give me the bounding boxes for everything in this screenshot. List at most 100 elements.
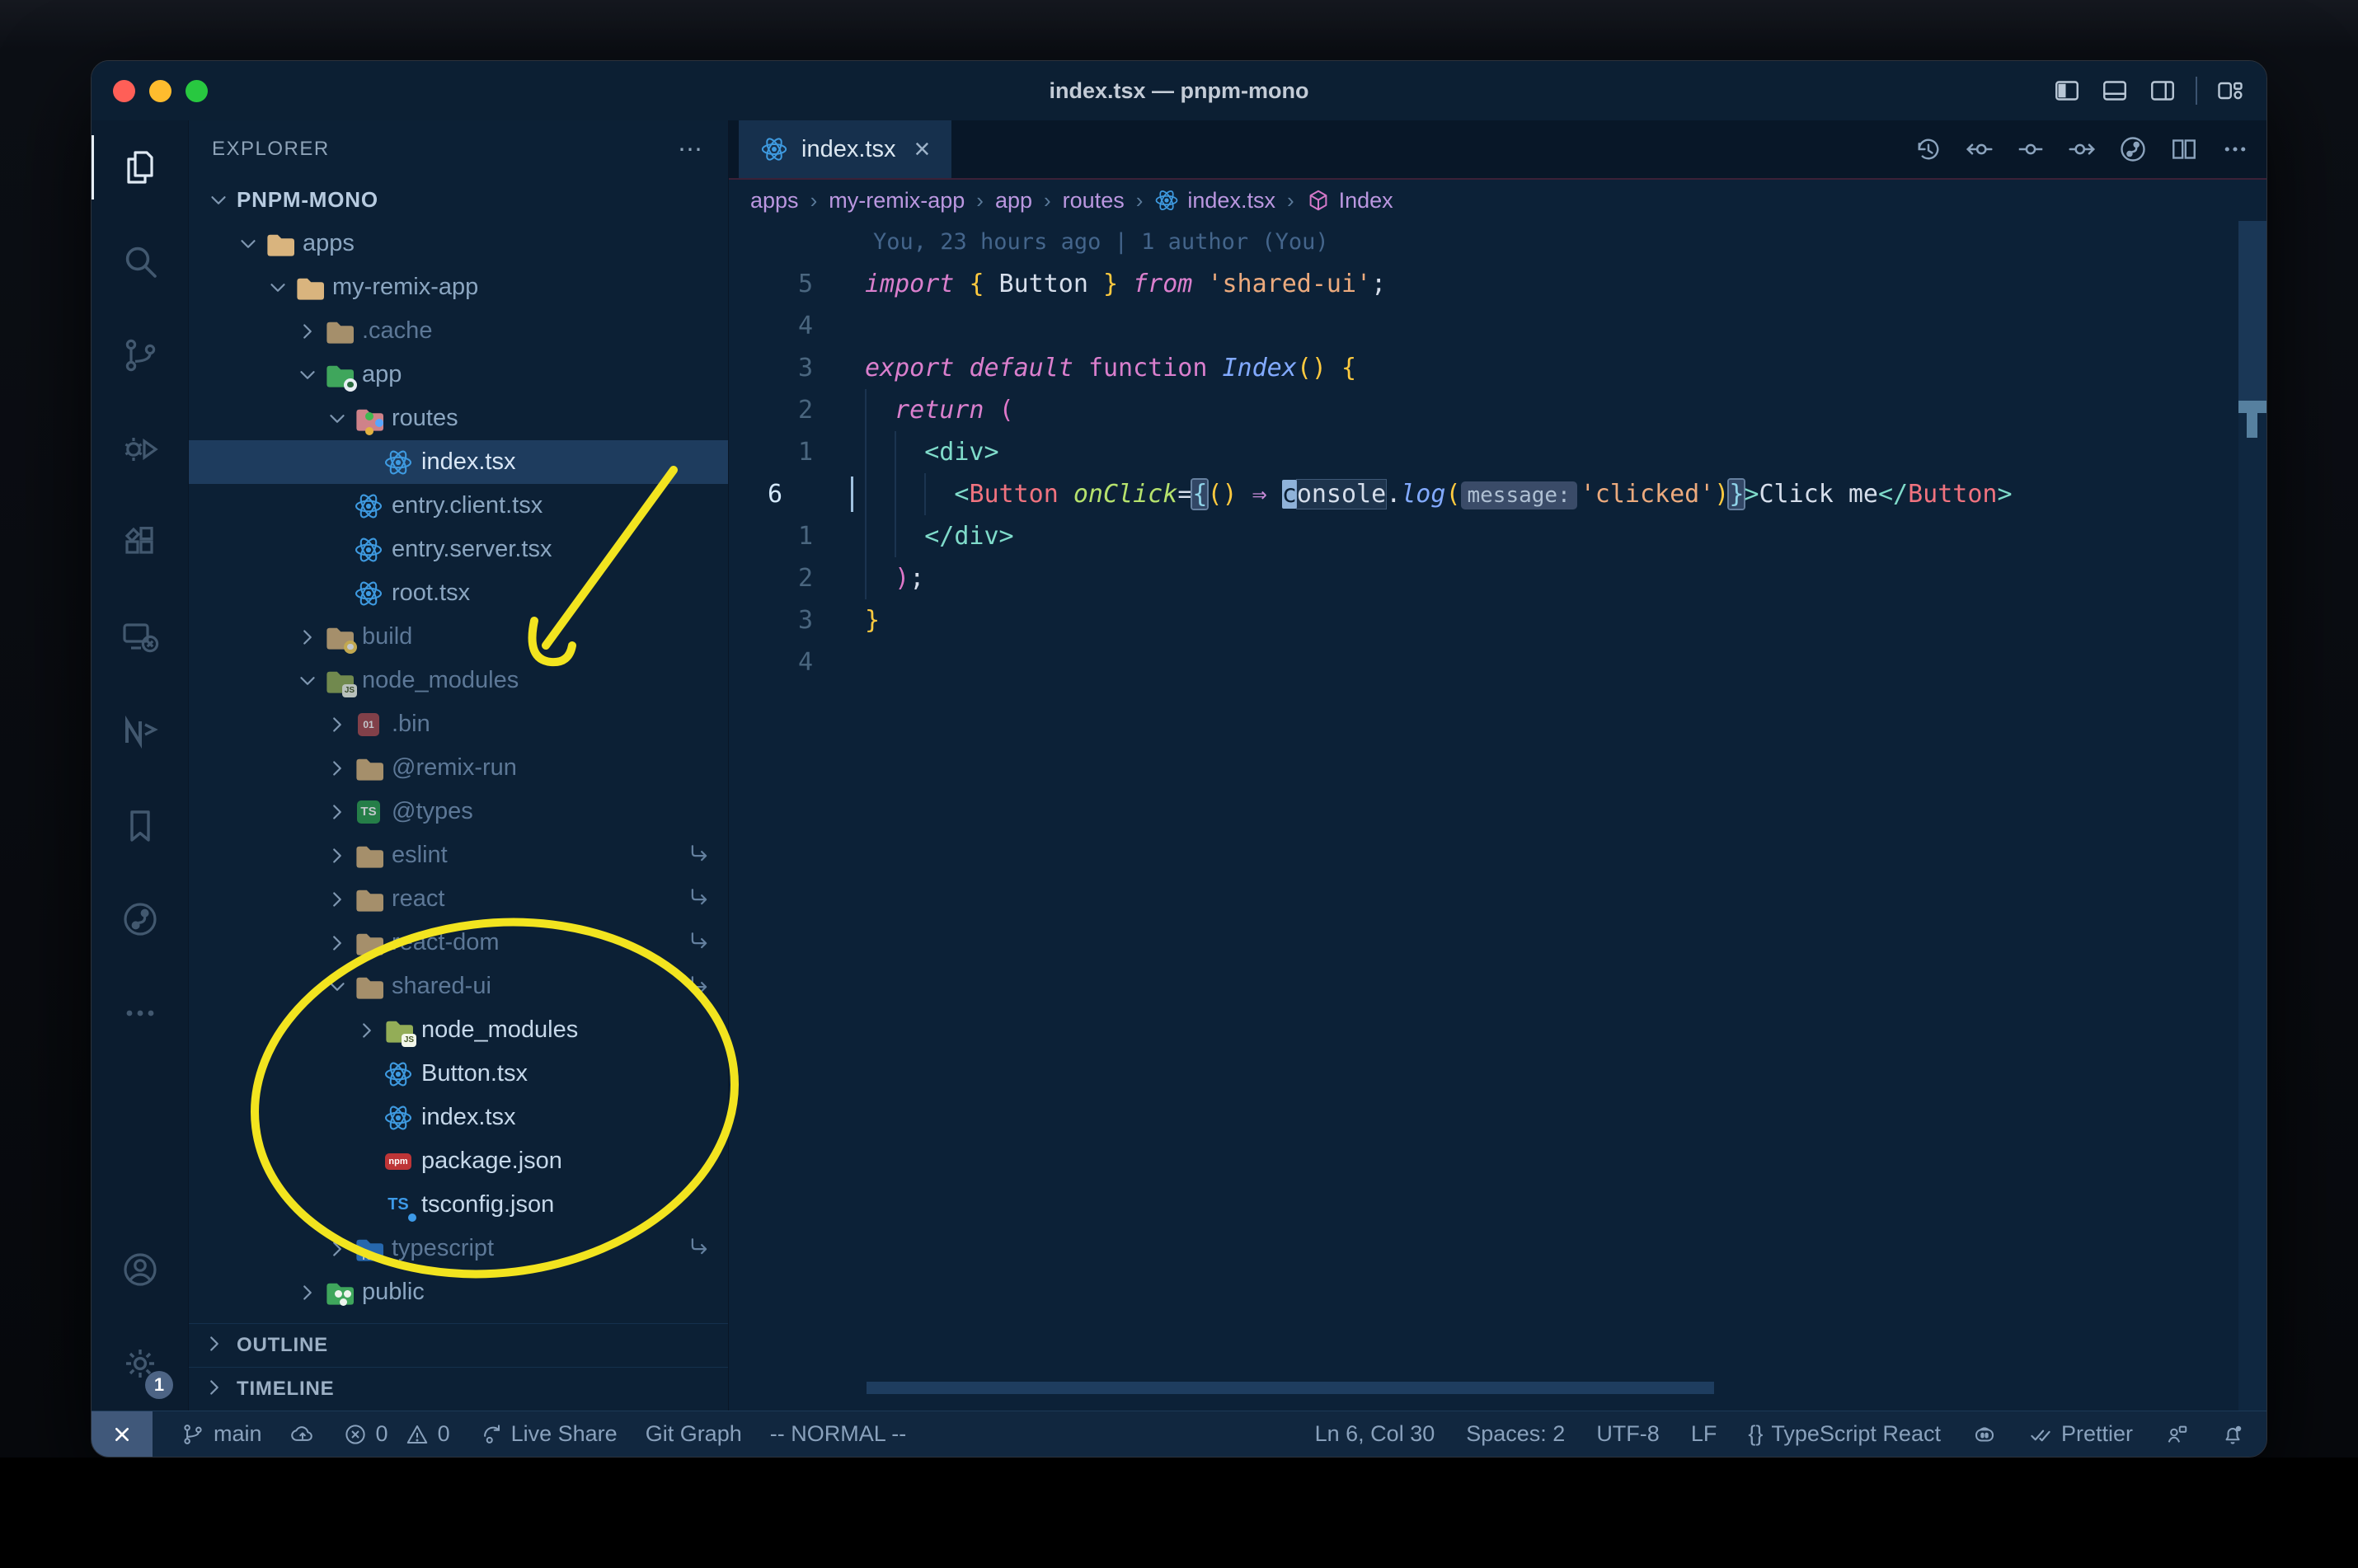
tree-item-typescript[interactable]: TS typescript [189,1227,728,1270]
tree-item-build[interactable]: build [189,615,728,659]
tree-item-entry-client-tsx[interactable]: entry.client.tsx [189,484,728,528]
code-line[interactable]: 2 ); [729,557,2266,599]
status-item-vim-mode[interactable]: -- NORMAL -- [770,1421,906,1447]
minimize-window-button[interactable] [149,79,171,102]
breadcrumb-item-apps[interactable]: apps [750,188,799,214]
tab-label: index.tsx [801,135,896,162]
tree-item-app[interactable]: app [189,353,728,397]
tree-item-my-remix-app[interactable]: my-remix-app [189,265,728,309]
explorer-actions-button[interactable]: ⋯ [678,135,705,164]
tree-item-apps[interactable]: apps [189,222,728,265]
tree-item-shared-ui[interactable]: shared-ui [189,965,728,1008]
breadcrumb-item-my-remix-app[interactable]: my-remix-app [829,188,965,214]
tree-item-root-tsx[interactable]: root.tsx [189,571,728,615]
close-window-button[interactable] [113,79,135,102]
activity-item-run-debug[interactable] [92,402,188,496]
tree-item-index-tsx[interactable]: index.tsx [189,440,728,484]
tree-item-package-json[interactable]: npm package.json [189,1139,728,1183]
status-item-language-mode[interactable]: {} TypeScript React [1748,1421,1941,1447]
status-item-prettier[interactable]: Prettier [2028,1421,2133,1447]
breadcrumb-item-index[interactable]: Index [1306,188,1393,214]
code-line[interactable]: 5 import { Button } from 'shared-ui'; [729,263,2266,305]
history-icon[interactable] [1914,134,1943,164]
commit-right-icon[interactable] [2067,134,2097,164]
sidebar-section-outline[interactable]: OUTLINE [189,1323,728,1367]
code-editor[interactable]: You, 23 hours ago | 1 author (You) 5 impor… [729,221,2266,1411]
tree-item--types[interactable]: TS @types [189,790,728,833]
vertical-scrollbar[interactable] [2238,221,2266,1411]
status-item-encoding[interactable]: UTF-8 [1596,1421,1660,1447]
activity-item-search[interactable] [92,214,188,308]
status-item-copilot[interactable] [1972,1422,1997,1447]
code-line[interactable]: 2 return ( [729,389,2266,431]
tree-item-entry-server-tsx[interactable]: entry.server.tsx [189,528,728,571]
layout-sidebar-right-icon[interactable] [2148,76,2177,106]
status-item-sync-changes[interactable] [290,1422,315,1447]
activity-item-settings[interactable]: 1 [92,1317,188,1411]
tree-item-routes[interactable]: routes [189,397,728,440]
code-line[interactable]: 3 export default function Index() { [729,347,2266,389]
ellipsis-icon[interactable] [2220,134,2250,164]
status-item-notifications[interactable] [2220,1422,2245,1447]
node-modules-folder-icon: JS [322,664,357,697]
status-item-git-branch[interactable]: main [181,1421,262,1447]
cloud-upload-icon [290,1422,315,1447]
status-item-indentation[interactable]: Spaces: 2 [1466,1421,1565,1447]
tree-item--bin[interactable]: 01 .bin [189,702,728,746]
layout-customize-icon[interactable] [2215,76,2245,106]
tree-item-public[interactable]: public [189,1270,728,1314]
code-line[interactable]: 4 [729,305,2266,347]
layout-panel-icon[interactable] [2100,76,2130,106]
tree-item-tsconfig-json[interactable]: TS tsconfig.json [189,1183,728,1227]
activity-item-bookmarks[interactable] [92,778,188,872]
code-line[interactable]: 6 <Button onClick={() ⇒ console.log(mess… [729,473,2266,515]
tree-item-eslint[interactable]: eslint [189,833,728,877]
tree-item--remix-run[interactable]: @remix-run [189,746,728,790]
title-bar[interactable]: index.tsx — pnpm-mono [92,61,2266,120]
status-item-feedback[interactable] [2164,1422,2189,1447]
tree-item-node-modules[interactable]: JS node_modules [189,1008,728,1052]
zoom-window-button[interactable] [186,79,208,102]
git-graph-icon[interactable] [2118,134,2148,164]
tree-item-button-tsx[interactable]: Button.tsx [189,1052,728,1096]
close-icon[interactable]: × [914,134,930,166]
code-line[interactable]: 1 <div> [729,431,2266,473]
code-line[interactable]: 4 [729,641,2266,683]
commit-left-icon[interactable] [1965,134,1994,164]
tree-item-index-tsx[interactable]: index.tsx [189,1096,728,1139]
activity-item-remote-explorer[interactable] [92,590,188,684]
vertical-scrollbar-slider[interactable] [2238,221,2266,412]
breadcrumb-item-index-tsx[interactable]: index.tsx [1154,188,1275,214]
status-item-problems[interactable]: 00 [343,1421,450,1447]
horizontal-scrollbar[interactable] [867,1382,1714,1394]
status-item-eol-sequence[interactable]: LF [1691,1421,1717,1447]
remote-indicator[interactable] [92,1411,153,1457]
activity-item-nx-console[interactable] [92,684,188,778]
tree-item-react-dom[interactable]: react-dom [189,921,728,965]
activity-item-source-control[interactable] [92,308,188,402]
tab-index-tsx[interactable]: index.tsx × [739,120,952,178]
breadcrumb-separator: › [1044,187,1051,213]
breadcrumb-item-routes[interactable]: routes [1063,188,1125,214]
tree-item-react[interactable]: react [189,877,728,921]
tree-item--cache[interactable]: .cache [189,309,728,353]
status-item-live-share[interactable]: Live Share [478,1421,618,1447]
tree-item-node-modules[interactable]: JS node_modules [189,659,728,702]
status-item-cursor-position[interactable]: Ln 6, Col 30 [1315,1421,1435,1447]
activity-item-explorer[interactable] [92,120,188,214]
code-line[interactable]: 1 </div> [729,515,2266,557]
activity-item-git-graph[interactable] [92,872,188,966]
commit-icon[interactable] [2016,134,2046,164]
split-icon[interactable] [2169,134,2199,164]
code-token: export [865,354,955,383]
breadcrumb-item-app[interactable]: app [995,188,1032,214]
sidebar-section-timeline[interactable]: TIMELINE [189,1367,728,1411]
tree-item-pnpm-mono[interactable]: PNPM-MONO [189,178,728,222]
code-token: ⇒ [1252,480,1267,509]
activity-item-more[interactable] [92,966,188,1060]
activity-item-account[interactable] [92,1223,188,1317]
layout-sidebar-left-icon[interactable] [2052,76,2082,106]
code-line[interactable]: 3} [729,599,2266,641]
activity-item-extensions[interactable] [92,496,188,590]
status-item-git-graph[interactable]: Git Graph [646,1421,742,1447]
